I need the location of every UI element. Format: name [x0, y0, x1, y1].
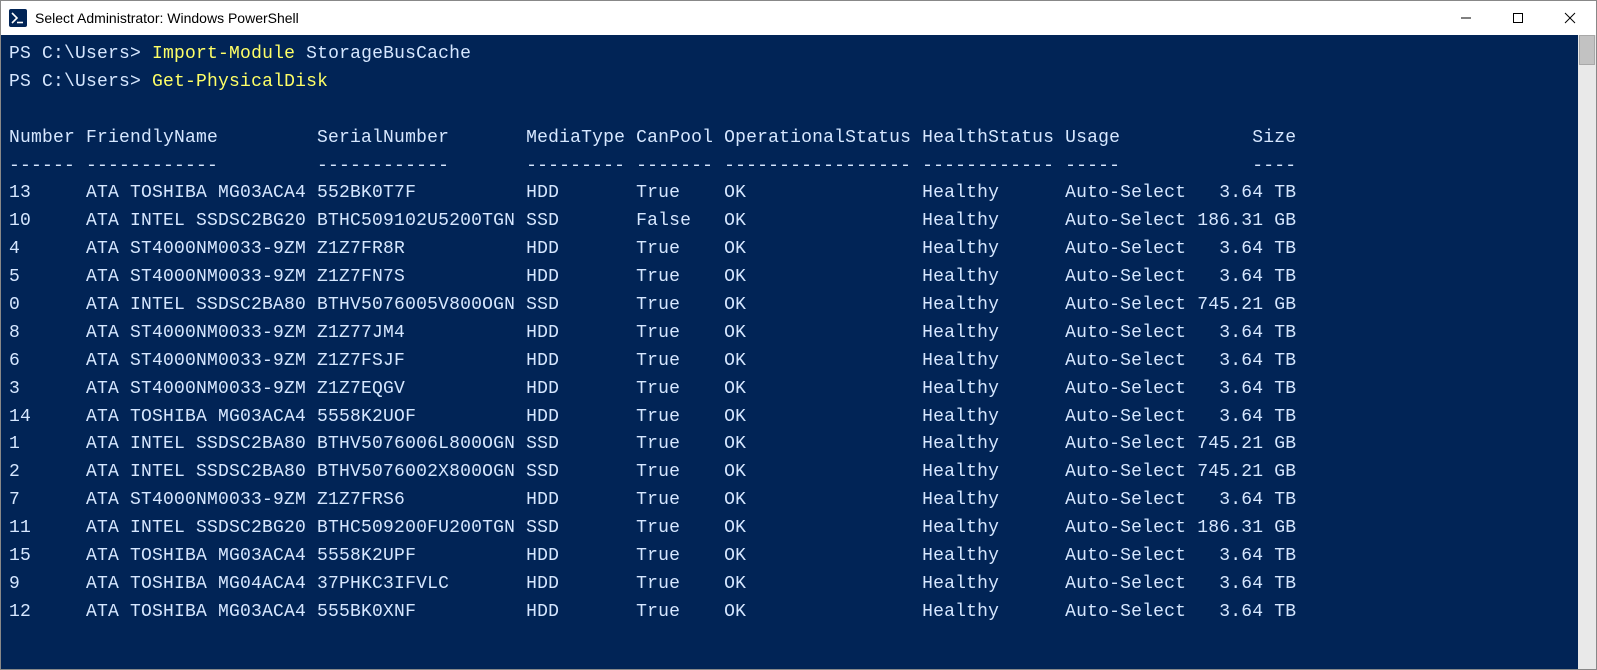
window-title: Select Administrator: Windows PowerShell: [35, 10, 299, 26]
scrollbar-thumb[interactable]: [1579, 35, 1595, 65]
vertical-scrollbar[interactable]: [1578, 35, 1596, 669]
titlebar[interactable]: Select Administrator: Windows PowerShell: [1, 1, 1596, 35]
terminal-area: PS C:\Users> Import-Module StorageBusCac…: [1, 35, 1596, 669]
powershell-icon: [9, 9, 27, 27]
maximize-button[interactable]: [1492, 1, 1544, 35]
terminal-output[interactable]: PS C:\Users> Import-Module StorageBusCac…: [1, 35, 1578, 669]
close-button[interactable]: [1544, 1, 1596, 35]
powershell-window: Select Administrator: Windows PowerShell…: [0, 0, 1597, 670]
minimize-button[interactable]: [1440, 1, 1492, 35]
